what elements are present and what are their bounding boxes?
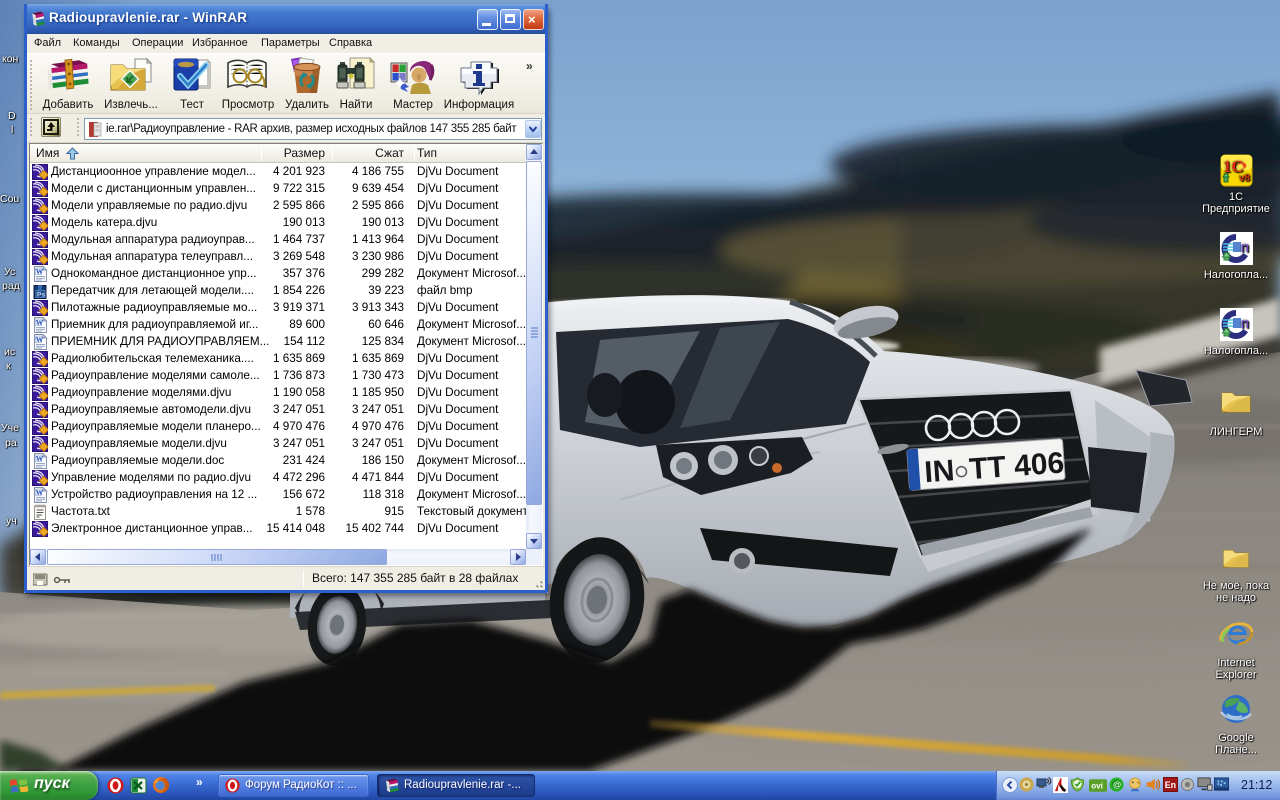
svg-text:W: W (36, 454, 44, 463)
svg-text:П: П (1241, 319, 1249, 331)
svg-text:W: W (36, 335, 44, 344)
svg-text:v8: v8 (1239, 173, 1251, 184)
svg-text:W: W (36, 267, 44, 276)
svg-text:TT 406: TT 406 (968, 447, 1065, 487)
svg-text:IN: IN (923, 454, 955, 489)
svg-text:En: En (1165, 780, 1176, 790)
svg-text:ovi: ovi (1091, 782, 1103, 791)
svg-text:@: @ (1113, 780, 1121, 790)
svg-text:Ps: Ps (37, 292, 45, 299)
svg-text:W: W (36, 488, 44, 497)
svg-text:П: П (1241, 243, 1249, 255)
svg-text:W: W (36, 318, 44, 327)
